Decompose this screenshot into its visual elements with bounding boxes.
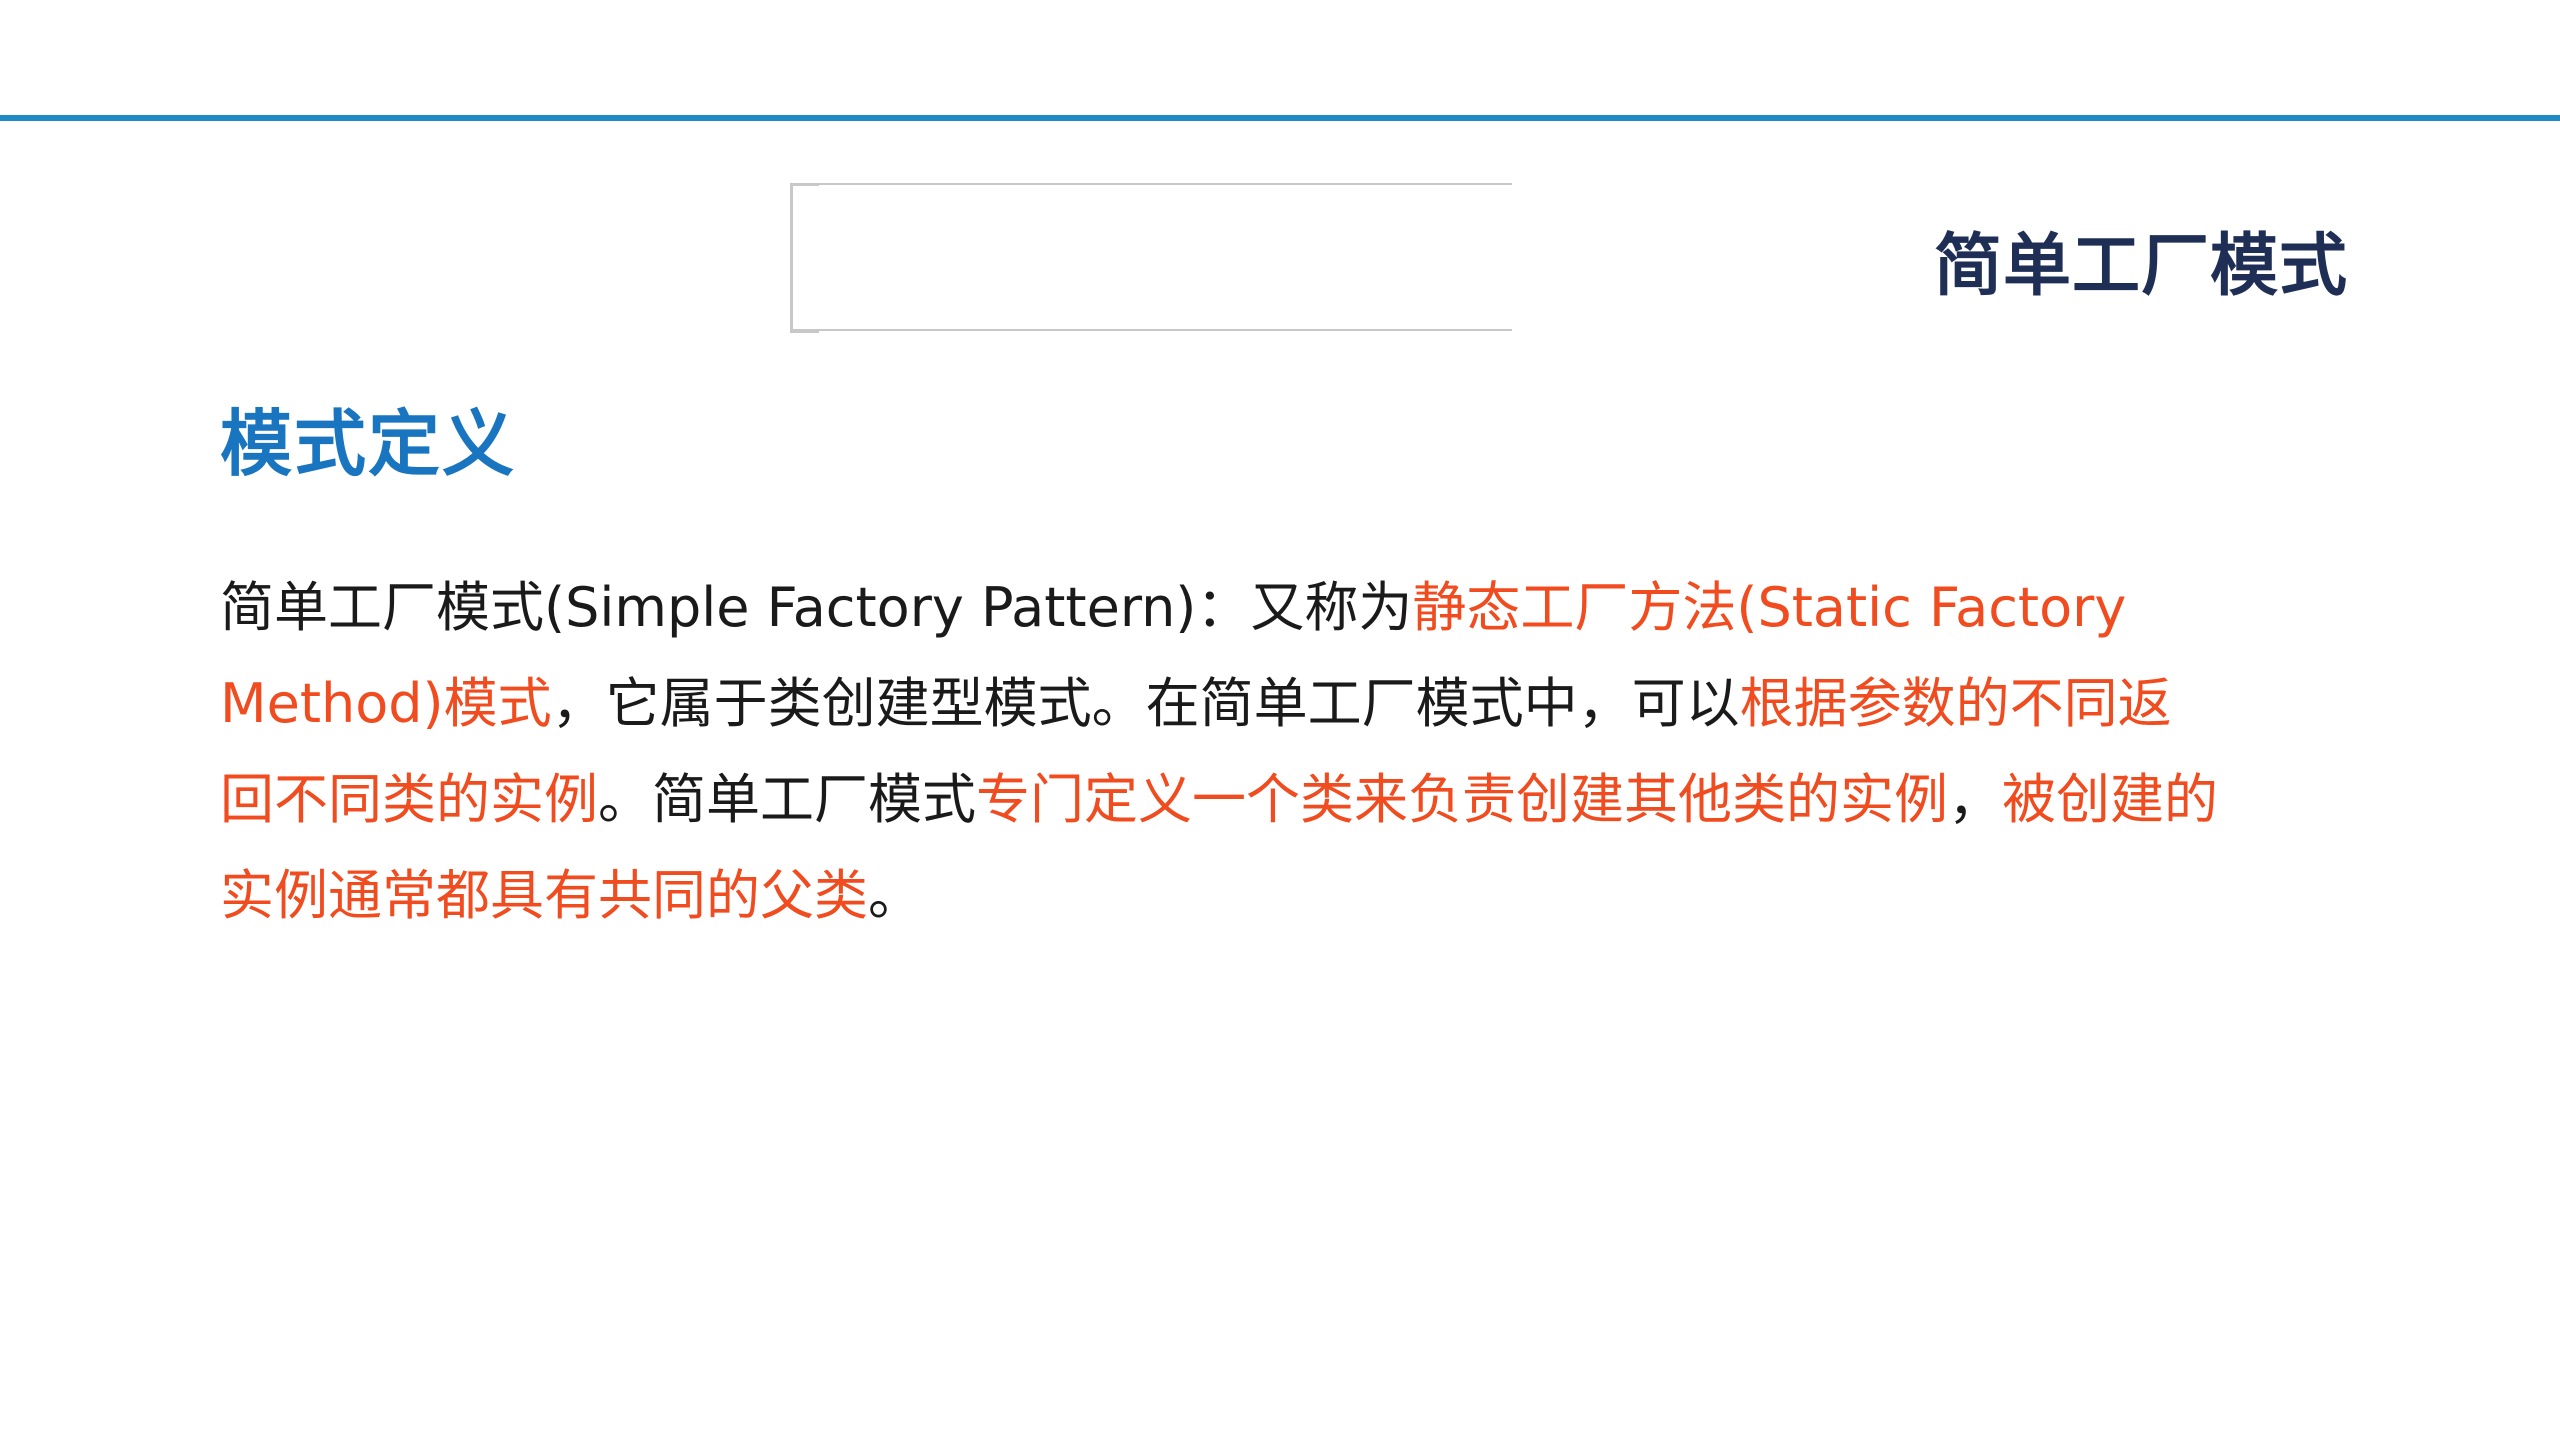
definition-paragraph: 简单工厂模式(Simple Factory Pattern)：又称为静态工厂方法… xyxy=(220,560,2220,944)
definition-highlight: 专门定义一个类来负责创建其他类的实例 xyxy=(976,768,1948,831)
frame-left-bracket xyxy=(790,183,819,333)
image-placeholder-frame xyxy=(790,183,1512,333)
definition-segment: 简单工厂模式(Simple Factory Pattern)：又称为 xyxy=(220,576,1413,639)
definition-segment: ， xyxy=(1948,768,2002,831)
definition-segment: 。 xyxy=(868,864,922,927)
definition-segment: 。简单工厂模式 xyxy=(598,768,976,831)
page-title: 简单工厂模式 xyxy=(1933,227,2348,306)
section-heading: 模式定义 xyxy=(220,402,517,486)
header-divider xyxy=(0,115,2560,121)
definition-segment: ，它属于类创建型模式。在简单工厂模式中，可以 xyxy=(551,672,1740,735)
